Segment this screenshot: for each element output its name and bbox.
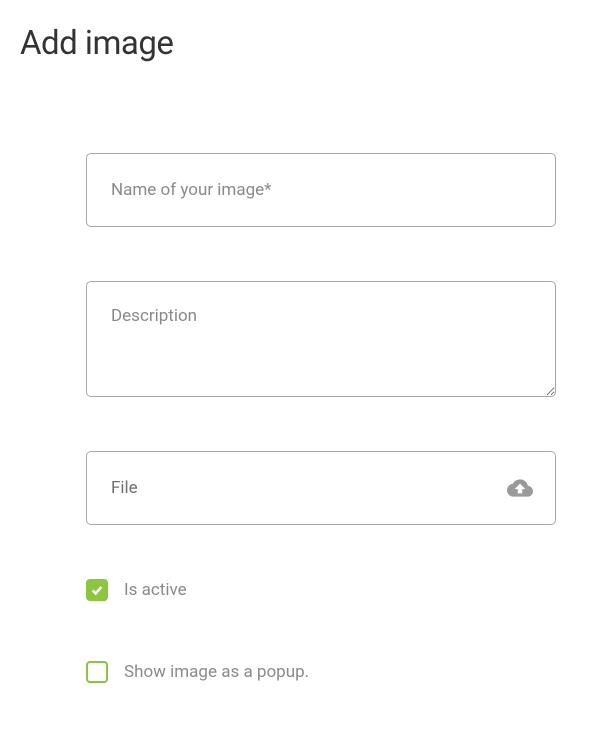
show-popup-checkbox-row[interactable]: Show image as a popup. [86,661,556,683]
show-popup-checkbox[interactable] [86,661,108,683]
show-popup-label: Show image as a popup. [124,662,309,682]
is-active-checkbox-row[interactable]: Is active [86,579,556,601]
file-label: File [111,478,138,498]
cloud-upload-icon [507,478,533,498]
add-image-form: File Is active Show image as a popup. [20,153,578,683]
page-title: Add image [20,24,578,63]
is-active-label: Is active [124,580,187,600]
is-active-checkbox[interactable] [86,579,108,601]
file-upload-field[interactable]: File [86,451,556,525]
description-input[interactable] [86,281,556,397]
image-name-input[interactable] [86,153,556,227]
